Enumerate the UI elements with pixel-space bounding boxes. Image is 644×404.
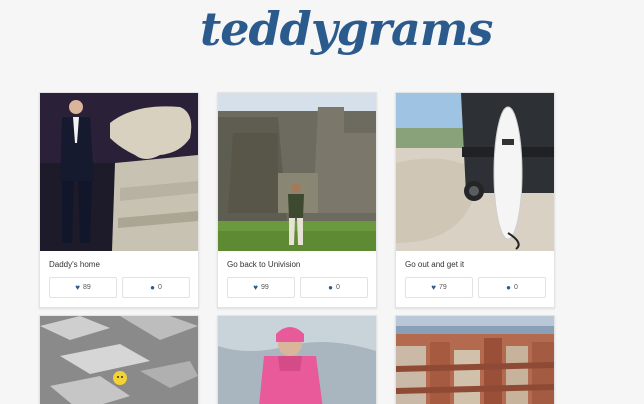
post-caption: Daddy's home <box>49 260 100 269</box>
like-count: 79 <box>438 284 447 291</box>
heart-icon: ♥ <box>75 282 80 292</box>
comment-count: 0 <box>335 284 340 291</box>
post-photo[interactable] <box>40 93 198 251</box>
like-button[interactable]: ♥ 79 <box>405 277 473 298</box>
post-card <box>395 315 555 404</box>
post-photo[interactable] <box>396 316 554 404</box>
comment-bubble-icon: ● <box>150 282 155 292</box>
app-logo[interactable]: teddygrams <box>200 6 493 52</box>
comment-button[interactable]: ● 0 <box>300 277 368 298</box>
post-card: Go back to Univision ♥ 99 ● 0 <box>217 92 377 308</box>
heart-icon: ♥ <box>431 282 436 292</box>
post-card <box>217 315 377 404</box>
comment-button[interactable]: ● 0 <box>122 277 190 298</box>
like-button[interactable]: ♥ 89 <box>49 277 117 298</box>
like-button[interactable]: ♥ 99 <box>227 277 295 298</box>
heart-icon: ♥ <box>253 282 258 292</box>
comment-bubble-icon: ● <box>506 282 511 292</box>
post-caption: Go out and get it <box>405 260 465 269</box>
comment-button[interactable]: ● 0 <box>478 277 546 298</box>
post-photo[interactable] <box>396 93 554 251</box>
post-card <box>39 315 199 404</box>
post-photo[interactable] <box>40 316 198 404</box>
comment-bubble-icon: ● <box>328 282 333 292</box>
post-card: Go out and get it ♥ 79 ● 0 <box>395 92 555 308</box>
like-count: 99 <box>260 284 269 291</box>
comment-count: 0 <box>513 284 518 291</box>
like-count: 89 <box>82 284 91 291</box>
comment-count: 0 <box>157 284 162 291</box>
post-photo[interactable] <box>218 93 376 251</box>
post-card: Daddy's home ♥ 89 ● 0 <box>39 92 199 308</box>
post-photo[interactable] <box>218 316 376 404</box>
post-caption: Go back to Univision <box>227 260 301 269</box>
